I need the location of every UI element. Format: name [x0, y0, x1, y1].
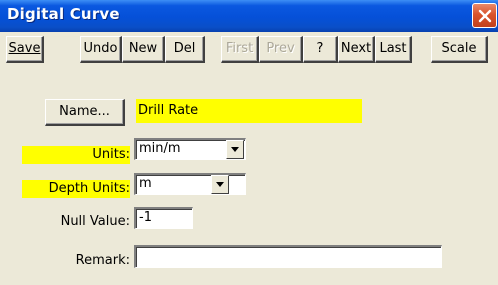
chevron-down-icon [231, 147, 239, 152]
name-field-value: Drill Rate [138, 103, 199, 118]
next-button[interactable]: Next [338, 36, 375, 63]
prev-button-label: Prev [266, 41, 295, 56]
save-button-label: Save [8, 41, 41, 56]
undo-button-label: Undo [83, 41, 118, 56]
prev-button[interactable]: Prev [259, 36, 303, 63]
digital-curve-window: Digital Curve Save Undo New Del First Pr… [0, 0, 498, 285]
help-button[interactable]: ? [303, 36, 338, 63]
next-button-label: Next [340, 41, 372, 56]
depth-units-select-value: m [139, 176, 152, 191]
name-field[interactable]: Drill Rate [136, 99, 362, 123]
undo-button[interactable]: Undo [80, 36, 122, 63]
remark-label: Remark: [75, 253, 130, 268]
window-title: Digital Curve [7, 5, 120, 23]
title-bar[interactable]: Digital Curve [0, 0, 498, 32]
chevron-down-icon [216, 182, 224, 187]
first-button[interactable]: First [221, 36, 259, 63]
units-dropdown-button[interactable] [226, 140, 244, 159]
last-button-label: Last [379, 41, 407, 56]
null-value-field[interactable]: -1 [134, 207, 193, 229]
null-value-field-value: -1 [139, 210, 152, 225]
first-button-label: First [225, 41, 254, 56]
units-select-value: min/m [139, 141, 181, 156]
scale-button[interactable]: Scale [431, 36, 488, 63]
delete-button-label: Del [173, 41, 196, 56]
help-button-label: ? [316, 41, 324, 56]
name-button-label: Name... [59, 104, 110, 119]
depth-units-label: Depth Units: [48, 181, 130, 196]
close-button[interactable] [472, 3, 497, 28]
save-button[interactable]: Save [6, 36, 44, 63]
close-icon [478, 9, 492, 23]
depth-units-dropdown-button[interactable] [211, 175, 229, 194]
delete-button[interactable]: Del [165, 36, 205, 63]
name-button[interactable]: Name... [45, 99, 125, 126]
units-label: Units: [92, 147, 130, 162]
scale-button-label: Scale [441, 41, 477, 56]
new-button[interactable]: New [122, 36, 165, 63]
last-button[interactable]: Last [375, 36, 412, 63]
depth-units-select[interactable]: m [134, 173, 246, 195]
new-button-label: New [128, 41, 158, 56]
remark-field[interactable] [134, 245, 442, 268]
null-value-label: Null Value: [60, 214, 130, 229]
